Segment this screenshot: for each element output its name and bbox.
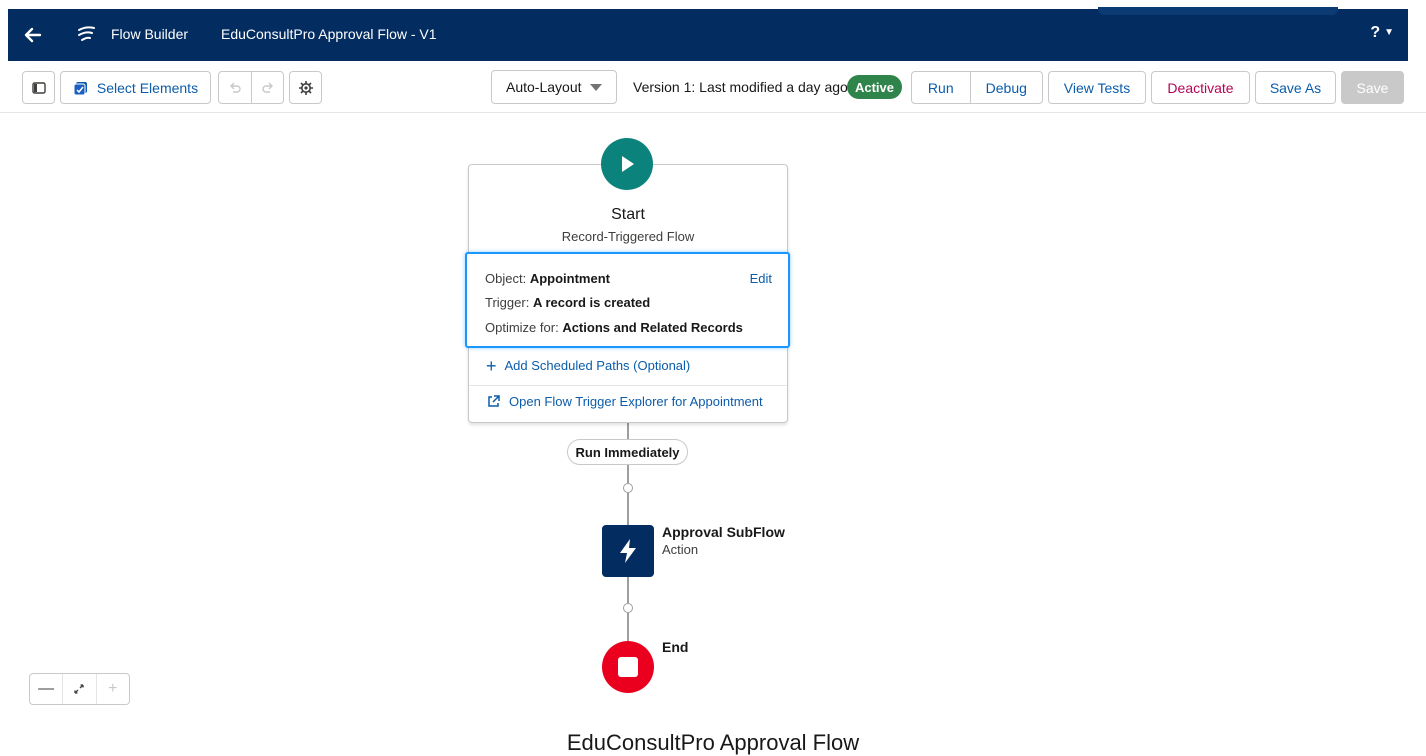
gear-icon bbox=[298, 80, 313, 95]
card-divider bbox=[469, 385, 787, 386]
start-play-icon[interactable] bbox=[601, 138, 653, 190]
status-badge: Active bbox=[847, 75, 902, 99]
debug-button[interactable]: Debug bbox=[969, 72, 1042, 103]
trigger-value: A record is created bbox=[532, 295, 651, 310]
help-label: ? bbox=[1370, 24, 1381, 41]
start-subtitle: Record-Triggered Flow bbox=[561, 229, 695, 244]
flow-builder-logo-icon bbox=[74, 22, 100, 48]
add-element-node[interactable] bbox=[623, 603, 633, 613]
plus-icon: + bbox=[486, 355, 497, 376]
action-subtitle: Action bbox=[662, 542, 699, 557]
undo-icon bbox=[230, 82, 241, 93]
open-trigger-explorer-link[interactable]: Open Flow Trigger Explorer for Appointme… bbox=[486, 394, 763, 409]
add-scheduled-paths-label: Add Scheduled Paths (Optional) bbox=[504, 358, 691, 373]
redo-icon bbox=[262, 82, 273, 93]
undo-redo-group bbox=[218, 71, 284, 104]
trigger-row: Trigger: A record is created bbox=[485, 295, 650, 310]
connector-line bbox=[627, 465, 629, 483]
end-label: End bbox=[662, 639, 689, 655]
version-info: Version 1: Last modified a day ago bbox=[633, 79, 848, 95]
chevron-down-icon: ▼ bbox=[1384, 27, 1394, 38]
app-name: Flow Builder bbox=[111, 26, 189, 42]
save-as-button[interactable]: Save As bbox=[1255, 71, 1336, 104]
run-immediately-path-label[interactable]: Run Immediately bbox=[567, 439, 688, 465]
action-lightning-icon[interactable] bbox=[602, 525, 654, 577]
back-arrow-icon[interactable] bbox=[20, 22, 46, 48]
chevron-down-icon bbox=[590, 84, 602, 91]
optimize-label: Optimize for: bbox=[485, 320, 559, 335]
undo-button[interactable] bbox=[219, 72, 251, 103]
toolbar: Select Elements Auto-Layout Version 1: L… bbox=[0, 61, 1426, 113]
connector-line bbox=[627, 613, 629, 641]
action-title[interactable]: Approval SubFlow bbox=[662, 524, 785, 540]
connector-line bbox=[627, 577, 629, 603]
end-stop-icon bbox=[602, 641, 654, 693]
layout-select-value: Auto-Layout bbox=[506, 79, 582, 95]
object-label: Object: bbox=[485, 271, 527, 286]
start-title: Start bbox=[611, 206, 645, 223]
layout-select[interactable]: Auto-Layout bbox=[491, 70, 617, 104]
start-details-panel[interactable]: Object: Appointment Edit Trigger: A reco… bbox=[465, 252, 790, 348]
external-link-icon bbox=[488, 395, 500, 407]
select-elements-label: Select Elements bbox=[96, 79, 199, 96]
deactivate-button[interactable]: Deactivate bbox=[1151, 71, 1250, 104]
view-tests-button[interactable]: View Tests bbox=[1048, 71, 1146, 104]
optimize-value: Actions and Related Records bbox=[562, 320, 743, 335]
add-element-node[interactable] bbox=[623, 483, 633, 493]
figure-caption: EduConsultPro Approval Flow bbox=[566, 730, 860, 755]
object-row: Object: Appointment bbox=[485, 271, 610, 286]
save-button[interactable]: Save bbox=[1341, 71, 1404, 104]
object-value: Appointment bbox=[529, 271, 610, 286]
panel-toggle-icon bbox=[31, 81, 46, 94]
flow-title: EduConsultPro Approval Flow - V1 bbox=[221, 26, 437, 42]
fit-to-view-button[interactable] bbox=[62, 674, 95, 704]
fit-view-icon bbox=[74, 684, 85, 694]
connector-line bbox=[627, 423, 629, 439]
redo-button[interactable] bbox=[251, 72, 283, 103]
select-elements-icon bbox=[73, 81, 87, 95]
optimize-row: Optimize for: Actions and Related Record… bbox=[485, 320, 743, 335]
connector-line bbox=[627, 493, 629, 525]
select-elements-button[interactable]: Select Elements bbox=[60, 71, 211, 104]
header-search-shadow bbox=[1098, 7, 1338, 15]
zoom-controls: — + bbox=[29, 673, 130, 705]
settings-button[interactable] bbox=[289, 71, 322, 104]
global-header: Flow Builder EduConsultPro Approval Flow… bbox=[8, 7, 1408, 61]
trigger-label: Trigger: bbox=[485, 295, 530, 310]
edit-link[interactable]: Edit bbox=[750, 271, 772, 286]
run-button[interactable]: Run bbox=[912, 72, 970, 103]
toggle-panel-button[interactable] bbox=[22, 71, 55, 104]
zoom-out-button[interactable]: — bbox=[30, 674, 62, 704]
open-trigger-explorer-label: Open Flow Trigger Explorer for Appointme… bbox=[509, 394, 763, 409]
zoom-in-button[interactable]: + bbox=[95, 674, 129, 704]
run-debug-group: Run Debug bbox=[911, 71, 1043, 104]
add-scheduled-paths-link[interactable]: + Add Scheduled Paths (Optional) bbox=[486, 355, 691, 376]
help-menu-button[interactable]: ? ▼ bbox=[1370, 24, 1394, 42]
